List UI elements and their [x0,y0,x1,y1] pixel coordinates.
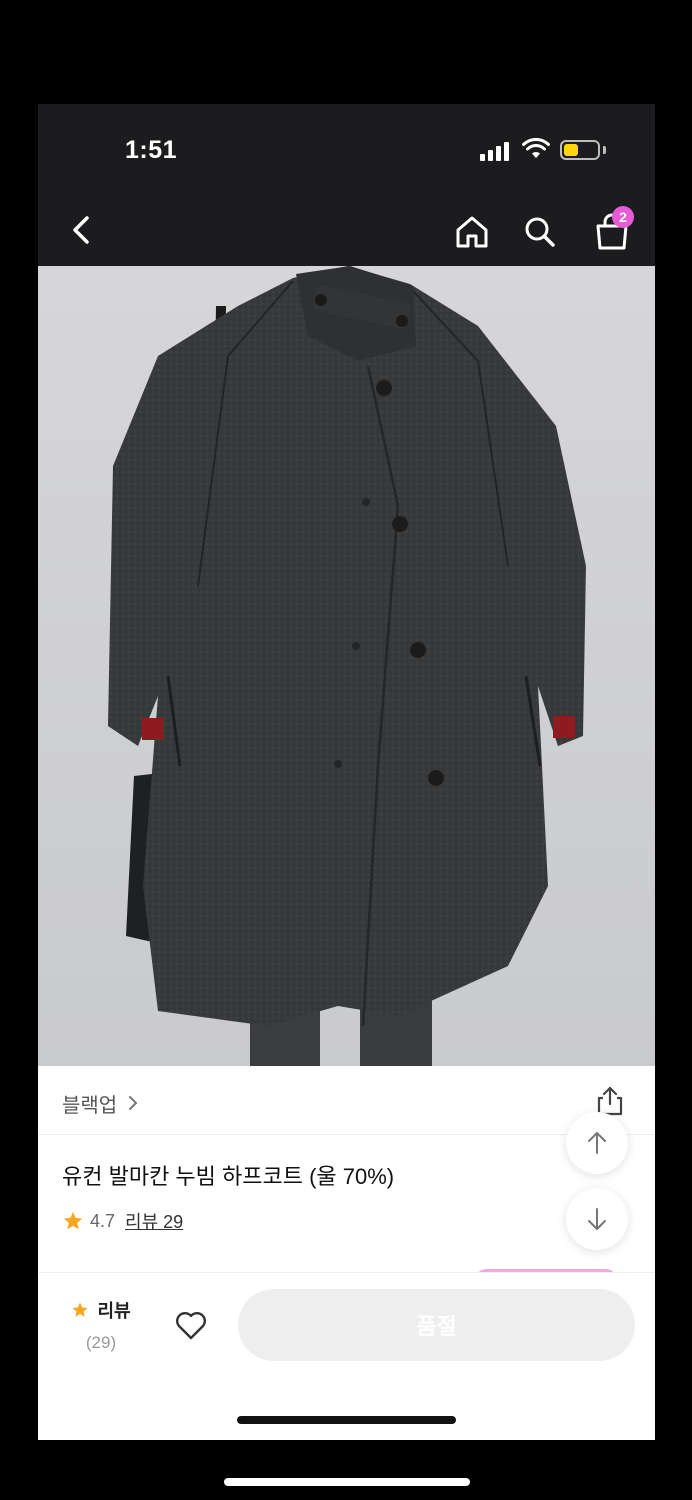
chevron-right-icon [129,1096,138,1110]
chevron-left-icon[interactable] [62,210,102,250]
status-time: 1:51 [125,136,178,164]
divider [38,1134,655,1135]
home-icon[interactable] [452,212,492,252]
star-icon [72,1302,88,1317]
home-indicator [237,1416,456,1424]
battery-tip [603,146,606,154]
scroll-top-button[interactable] [566,1112,628,1174]
review-count: (29) [85,1333,117,1352]
heart-icon[interactable] [174,1309,208,1341]
scroll-bottom-button[interactable] [566,1188,628,1250]
rating-row: 4.7 리뷰 29 [62,1208,183,1234]
cart-badge: 2 [612,206,634,228]
product-title: 유컨 발마칸 누빔 하프코트 (울 70%) [62,1164,395,1189]
top-bar: 1:51 2 [38,104,655,266]
bottom-action-bar: 리뷰 (29) 품절 [38,1272,655,1440]
product-image[interactable] [38,266,655,1066]
rating-value: 4.7 [90,1210,116,1231]
outer-home-indicator [224,1478,470,1486]
arrow-down-icon [588,1208,606,1230]
star-icon [63,1211,83,1230]
review-button[interactable]: 리뷰 (29) [66,1297,136,1353]
app-screen: 1:51 2 블랙업 유컨 발마칸 누빔 하프코트 (울 70%) 4.7 리뷰… [38,104,655,1440]
sold-out-button[interactable]: 품절 [238,1289,635,1361]
review-label: 리뷰 [97,1301,131,1321]
review-link[interactable]: 리뷰 29 [125,1208,183,1234]
battery-icon [560,140,600,160]
wifi-icon [522,138,550,158]
brand-name: 블랙업 [62,1094,118,1117]
search-icon[interactable] [520,212,560,252]
signal-icon [480,141,512,161]
arrow-up-icon [588,1132,606,1154]
review-tab-top: 리뷰 [66,1297,136,1323]
brand-link[interactable]: 블랙업 [62,1088,139,1118]
